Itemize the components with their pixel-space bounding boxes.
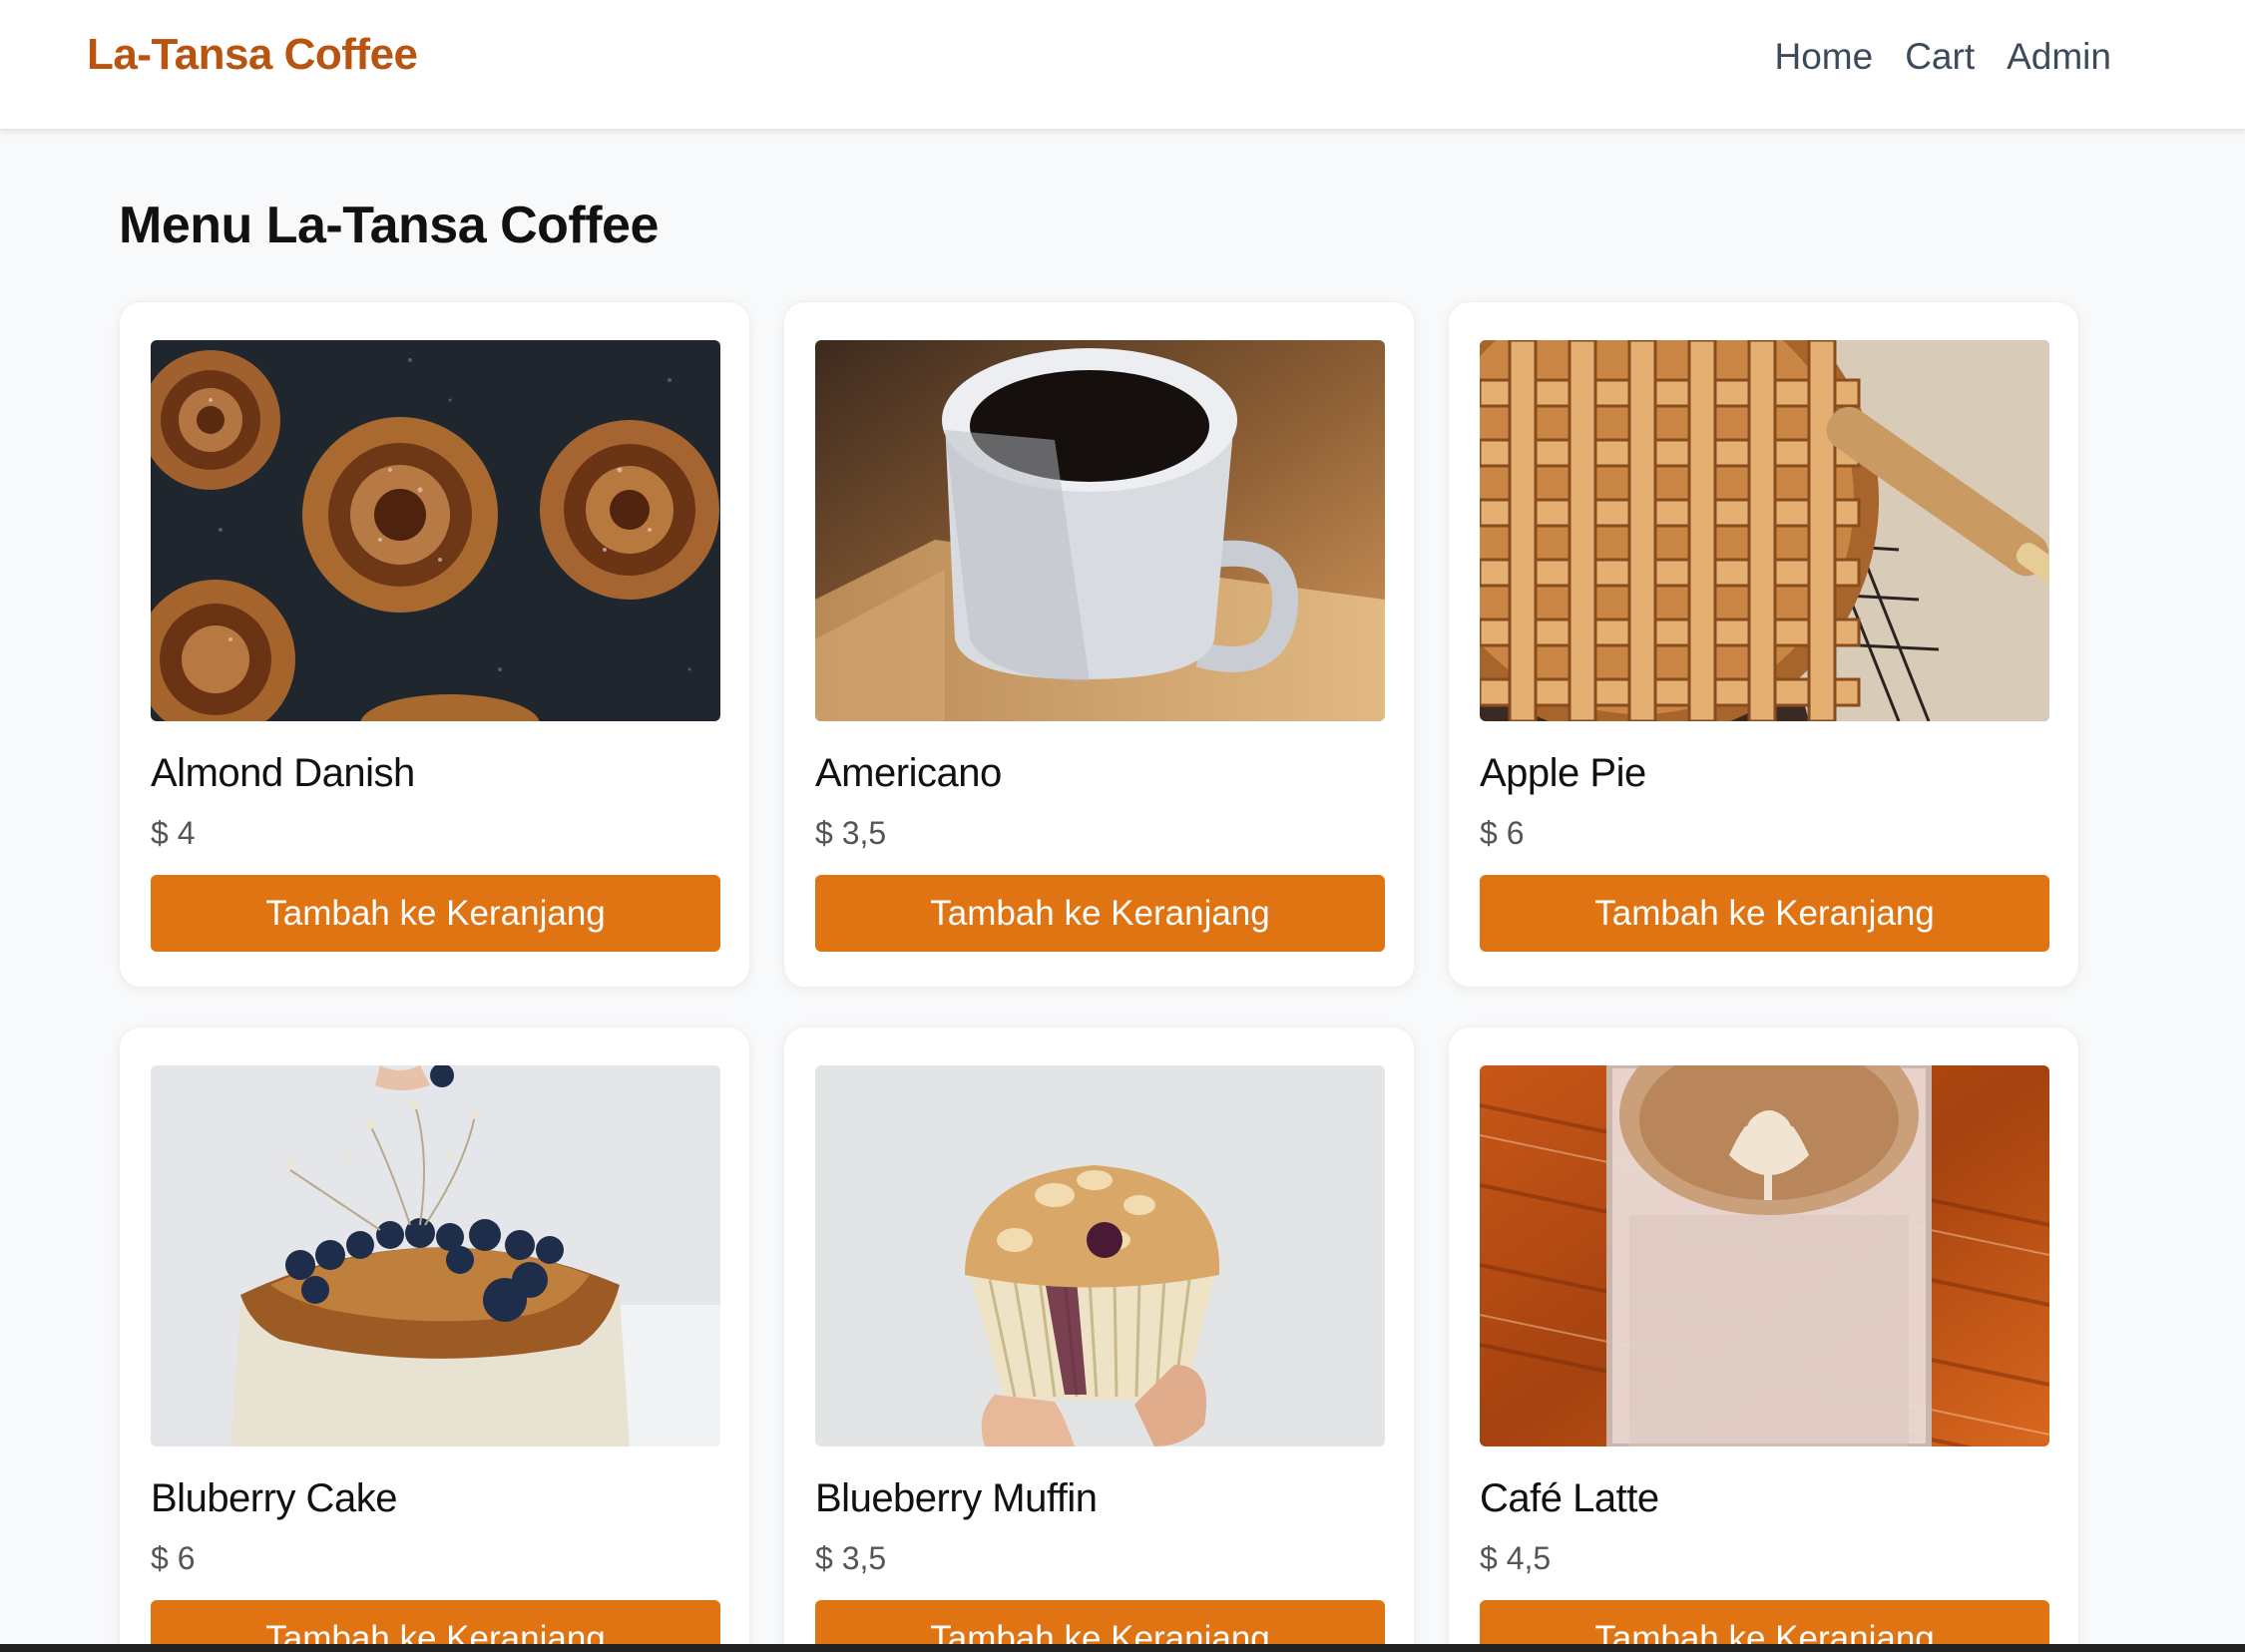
product-price: $ 4,5 — [1480, 1540, 1552, 1576]
product-name: Bluberry Cake — [151, 1476, 397, 1520]
product-grid: Almond Danish $ 4 Tambah ke Keranjang Am… — [119, 301, 2079, 1652]
nav-link-home[interactable]: Home — [1775, 36, 1874, 78]
add-to-cart-button[interactable]: Tambah ke Keranjang — [151, 875, 720, 952]
product-name: Apple Pie — [1480, 751, 1646, 795]
product-price: $ 3,5 — [815, 1540, 887, 1576]
product-card: Apple Pie $ 6 Tambah ke Keranjang — [1448, 301, 2079, 988]
product-price: $ 6 — [151, 1540, 196, 1576]
product-name: Café Latte — [1480, 1476, 1659, 1520]
product-name: Blueberry Muffin — [815, 1476, 1098, 1520]
product-price: $ 3,5 — [815, 815, 887, 851]
product-image-muffin[interactable] — [815, 1065, 1385, 1446]
nav-link-cart[interactable]: Cart — [1905, 36, 1975, 78]
add-to-cart-button[interactable]: Tambah ke Keranjang — [1480, 875, 2049, 952]
product-card: Almond Danish $ 4 Tambah ke Keranjang — [119, 301, 750, 988]
product-image-coffee-cup[interactable] — [815, 340, 1385, 721]
product-price: $ 4 — [151, 815, 196, 851]
product-image-cinnamon-rolls[interactable] — [151, 340, 720, 721]
product-card: Blueberry Muffin $ 3,5 Tambah ke Keranja… — [783, 1027, 1415, 1652]
window-bottom-edge — [0, 1644, 2245, 1652]
nav-links: Home Cart Admin — [1775, 36, 2112, 78]
brand-logo-link[interactable]: La-Tansa Coffee — [87, 30, 418, 80]
product-image-lattice-pie[interactable] — [1480, 340, 2049, 721]
product-card: Americano $ 3,5 Tambah ke Keranjang — [783, 301, 1415, 988]
add-to-cart-button[interactable]: Tambah ke Keranjang — [815, 875, 1385, 952]
product-name: Almond Danish — [151, 751, 415, 795]
page-title: Menu La-Tansa Coffee — [119, 197, 659, 254]
product-image-latte[interactable] — [1480, 1065, 2049, 1446]
product-image-blueberry-cake[interactable] — [151, 1065, 720, 1446]
product-name: Americano — [815, 751, 1002, 795]
nav-link-admin[interactable]: Admin — [2007, 36, 2111, 78]
navbar: La-Tansa Coffee Home Cart Admin — [0, 0, 2245, 130]
product-price: $ 6 — [1480, 815, 1525, 851]
product-card: Bluberry Cake $ 6 Tambah ke Keranjang — [119, 1027, 750, 1652]
product-card: Café Latte $ 4,5 Tambah ke Keranjang — [1448, 1027, 2079, 1652]
